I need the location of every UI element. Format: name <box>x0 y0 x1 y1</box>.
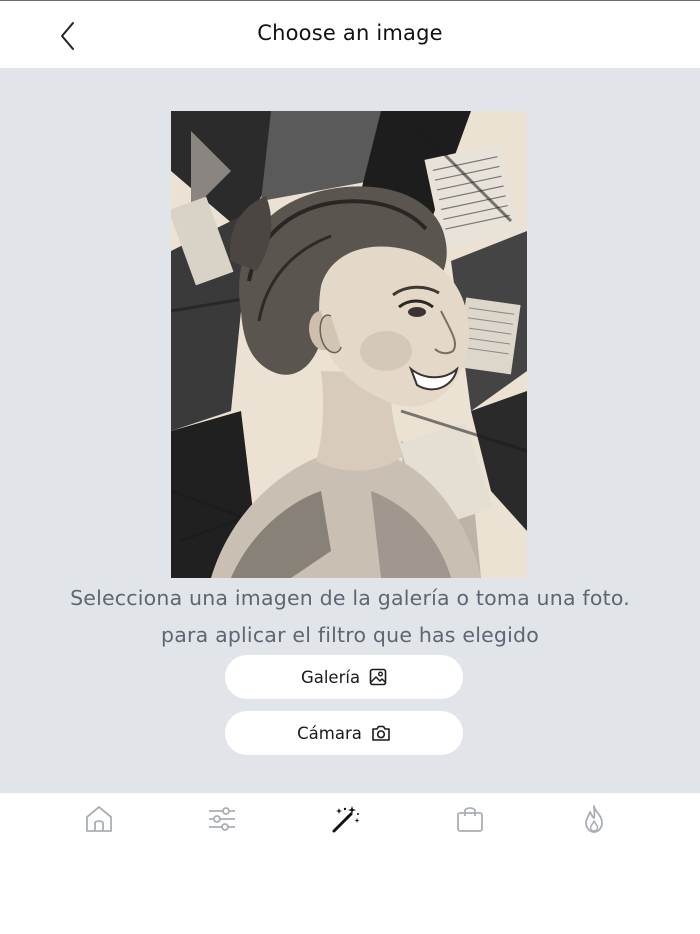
camera-button-label: Cámara <box>297 723 362 743</box>
main-content: Selecciona una imagen de la galería o to… <box>0 68 700 793</box>
gallery-button[interactable]: Galería <box>225 655 463 699</box>
gallery-button-label: Galería <box>300 667 361 687</box>
nav-shop[interactable] <box>454 803 486 835</box>
sliders-icon <box>209 807 235 831</box>
bottom-navigation <box>0 793 700 934</box>
header-bar: Choose an image <box>0 0 700 68</box>
filter-preview-image <box>171 111 527 578</box>
nav-filters[interactable] <box>206 803 238 835</box>
nav-home[interactable] <box>83 803 115 835</box>
instruction-text-line2: para aplicar el filtro que has elegido <box>160 623 539 647</box>
shopping-bag-icon <box>457 807 483 832</box>
camera-button[interactable]: Cámara <box>225 711 463 755</box>
instruction-text-line1: Selecciona una imagen de la galería o to… <box>70 586 630 610</box>
page-title: Choose an image <box>257 21 443 45</box>
image-icon <box>369 668 387 686</box>
nav-magic-filters[interactable] <box>330 803 362 835</box>
magic-wand-icon <box>332 806 360 833</box>
home-icon <box>86 806 112 832</box>
flame-icon <box>585 805 603 833</box>
nav-trending[interactable] <box>578 803 610 835</box>
camera-icon <box>372 725 390 741</box>
